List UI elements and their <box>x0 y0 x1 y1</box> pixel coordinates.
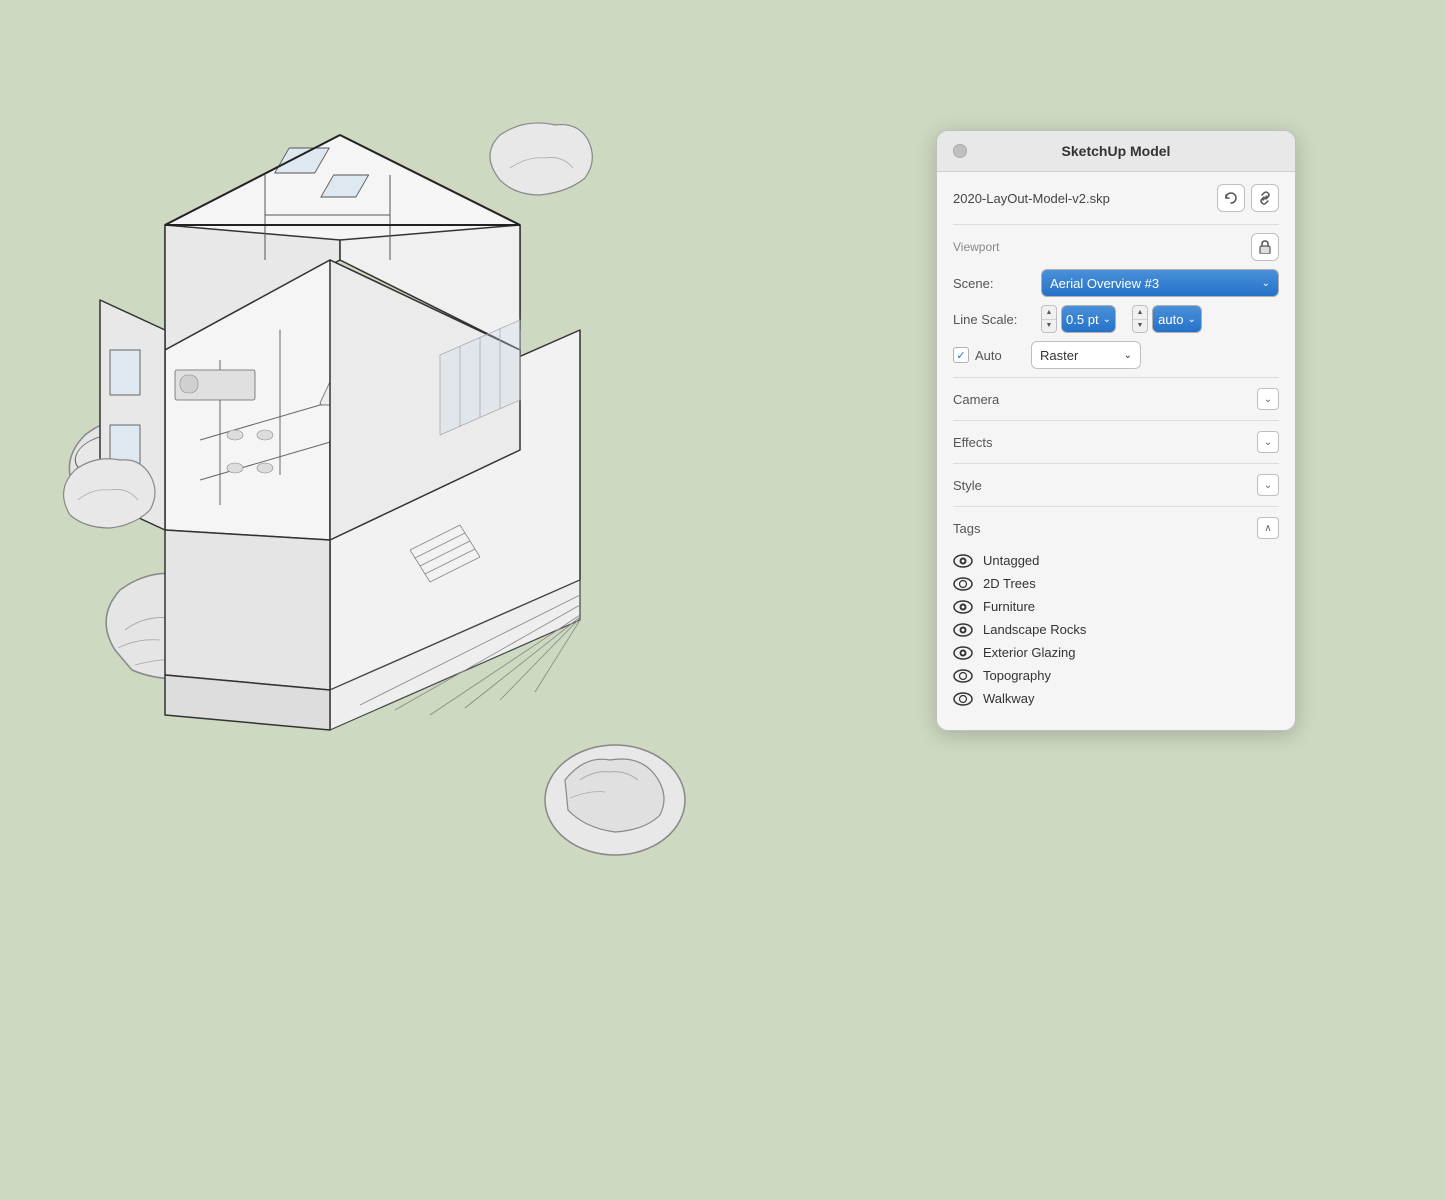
eye-filled-icon-furniture <box>953 600 973 614</box>
line-scale-stepper[interactable]: ▲ ▼ <box>1041 305 1057 333</box>
traffic-light[interactable] <box>953 144 967 158</box>
effects-title: Effects <box>953 435 993 450</box>
eye-outline-icon-2dtrees <box>953 577 973 591</box>
tag-label-walkway: Walkway <box>983 691 1035 706</box>
eye-outline-icon-topography <box>953 669 973 683</box>
sketchup-model-panel: SketchUp Model 2020-LayOut-Model-v2.skp <box>936 130 1296 731</box>
file-buttons <box>1211 184 1279 212</box>
style-section: Style ⌄ <box>953 463 1279 506</box>
tag-label-exterior-glazing: Exterior Glazing <box>983 645 1075 660</box>
scene-row: Scene: Aerial Overview #3 ⌄ <box>953 269 1279 297</box>
building-sketch <box>20 60 780 920</box>
tag-label-landscape-rocks: Landscape Rocks <box>983 622 1086 637</box>
tag-label-furniture: Furniture <box>983 599 1035 614</box>
effects-header[interactable]: Effects ⌄ <box>953 421 1279 463</box>
camera-header[interactable]: Camera ⌄ <box>953 378 1279 420</box>
auto-raster-row: ✓ Auto Raster ⌄ <box>953 341 1279 369</box>
eye-filled-icon-exterior-glazing <box>953 646 973 660</box>
foreground-rock-left <box>64 459 155 528</box>
eye-outline-icon-walkway <box>953 692 973 706</box>
auto-stepper-down-icon[interactable]: ▼ <box>1133 320 1147 333</box>
panel-title: SketchUp Model <box>979 143 1253 159</box>
line-scale-label: Line Scale: <box>953 312 1033 327</box>
rock-top-right <box>490 123 592 195</box>
tags-title: Tags <box>953 521 980 536</box>
stepper-down-icon[interactable]: ▼ <box>1042 320 1056 333</box>
auto-stepper-up-icon[interactable]: ▲ <box>1133 306 1147 320</box>
file-row: 2020-LayOut-Model-v2.skp <box>953 184 1279 212</box>
auto-label: Auto <box>975 348 1025 363</box>
scene-chevron-icon: ⌄ <box>1262 278 1270 289</box>
panel-body: 2020-LayOut-Model-v2.skp <box>937 172 1295 730</box>
tag-label-2d-trees: 2D Trees <box>983 576 1036 591</box>
auto-scale-group: ▲ ▼ auto ⌄ <box>1132 305 1202 333</box>
line-scale-row: Line Scale: ▲ ▼ 0.5 pt ⌄ ▲ ▼ auto ⌄ <box>953 305 1279 333</box>
tag-label-topography: Topography <box>983 668 1051 683</box>
scene-label: Scene: <box>953 276 1033 291</box>
file-name: 2020-LayOut-Model-v2.skp <box>953 191 1110 206</box>
auto-scale-stepper[interactable]: ▲ ▼ <box>1132 305 1148 333</box>
tag-label-untagged: Untagged <box>983 553 1039 568</box>
effects-section: Effects ⌄ <box>953 420 1279 463</box>
camera-collapse-icon[interactable]: ⌄ <box>1257 388 1279 410</box>
panel-header: SketchUp Model <box>937 131 1295 172</box>
tags-collapse-icon[interactable]: ∧ <box>1257 517 1279 539</box>
tag-item-furniture[interactable]: Furniture <box>953 595 1279 618</box>
scene-select[interactable]: Aerial Overview #3 ⌄ <box>1041 269 1279 297</box>
eye-filled-icon-landscape-rocks <box>953 623 973 637</box>
rock-bottom-right <box>545 745 685 855</box>
tags-list: Untagged 2D Trees <box>953 549 1279 718</box>
divider-1 <box>953 224 1279 225</box>
tags-section: Tags ∧ Untagged <box>953 506 1279 718</box>
tags-header[interactable]: Tags ∧ <box>953 507 1279 549</box>
render-mode-select[interactable]: Raster ⌄ <box>1031 341 1141 369</box>
viewport-label: Viewport <box>953 240 999 254</box>
style-header[interactable]: Style ⌄ <box>953 464 1279 506</box>
link-button[interactable] <box>1251 184 1279 212</box>
tag-item-exterior-glazing[interactable]: Exterior Glazing <box>953 641 1279 664</box>
refresh-button[interactable] <box>1217 184 1245 212</box>
stepper-up-icon[interactable]: ▲ <box>1042 306 1056 320</box>
viewport-lock-button[interactable] <box>1251 233 1279 261</box>
eye-filled-icon <box>953 554 973 568</box>
tag-item-landscape-rocks[interactable]: Landscape Rocks <box>953 618 1279 641</box>
tag-item-untagged[interactable]: Untagged <box>953 549 1279 572</box>
auto-checkbox[interactable]: ✓ <box>953 347 969 363</box>
line-scale-value[interactable]: 0.5 pt ⌄ <box>1061 305 1116 333</box>
style-collapse-icon[interactable]: ⌄ <box>1257 474 1279 496</box>
effects-collapse-icon[interactable]: ⌄ <box>1257 431 1279 453</box>
camera-title: Camera <box>953 392 999 407</box>
auto-scale-value[interactable]: auto ⌄ <box>1152 305 1202 333</box>
tag-item-walkway[interactable]: Walkway <box>953 687 1279 710</box>
camera-section: Camera ⌄ <box>953 377 1279 420</box>
line-scale-stepper-group: ▲ ▼ 0.5 pt ⌄ <box>1041 305 1116 333</box>
tag-item-2d-trees[interactable]: 2D Trees <box>953 572 1279 595</box>
style-title: Style <box>953 478 982 493</box>
render-mode-chevron-icon: ⌄ <box>1124 350 1132 361</box>
tag-item-topography[interactable]: Topography <box>953 664 1279 687</box>
